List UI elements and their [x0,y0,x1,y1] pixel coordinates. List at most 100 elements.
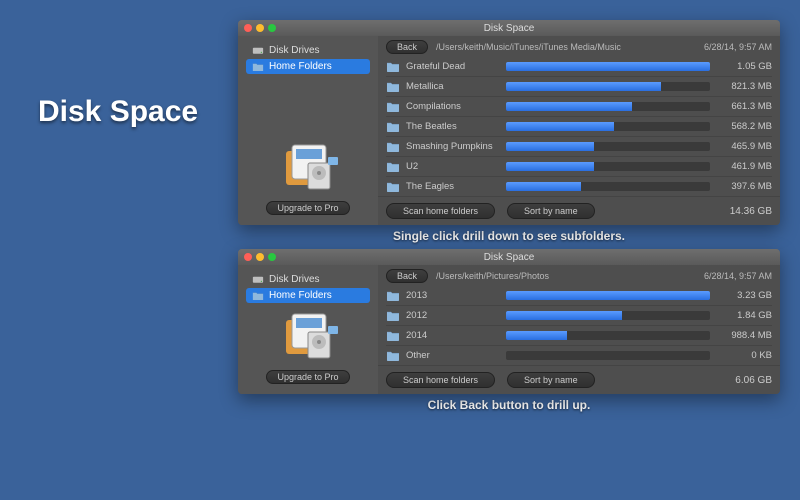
scan-button[interactable]: Scan home folders [386,203,495,219]
list-item[interactable]: Compilations 661.3 MB [386,96,772,116]
size-bar-track [506,351,710,360]
size-bar-fill [506,142,594,151]
folder-icon [386,81,400,92]
upgrade-button[interactable]: Upgrade to Pro [266,201,349,215]
sidebar-item-label: Disk Drives [269,274,320,285]
folder-icon [386,61,400,72]
sidebar-item-disk-drives[interactable]: Disk Drives [246,272,370,287]
breadcrumb: /Users/keith/Pictures/Photos [436,271,696,281]
sort-button[interactable]: Sort by name [507,372,595,388]
size-bar-track [506,331,710,340]
scan-timestamp: 6/28/14, 9:57 AM [704,271,772,281]
folder-icon [252,291,264,301]
page-title: Disk Space [38,95,198,129]
size-bar-fill [506,182,581,191]
folder-list: Grateful Dead 1.05 GB Metallica 821.3 MB Com… [378,56,780,196]
list-item[interactable]: Grateful Dead 1.05 GB [386,56,772,76]
folder-name: Grateful Dead [406,61,506,72]
folder-icon [386,181,400,192]
window-title: Disk Space [238,23,780,34]
folder-icon [386,330,400,341]
folder-size: 821.3 MB [718,81,772,92]
app-window: Disk Space Disk Drives Home Folders Upgra… [238,20,780,225]
size-bar-track [506,102,710,111]
scan-timestamp: 6/28/14, 9:57 AM [704,42,772,52]
list-item[interactable]: 20133.23 GB [386,285,772,305]
total-size: 14.36 GB [730,206,772,217]
sidebar: Disk Drives Home Folders Upgrade to Pro [238,36,378,225]
size-bar-fill [506,291,710,300]
list-item[interactable]: 2014 988.4 MB [386,325,772,345]
folder-size: 1.84 GB [718,310,772,321]
sidebar-item-disk-drives[interactable]: Disk Drives [246,43,370,58]
folder-name: 2012 [406,310,506,321]
app-icon [278,312,338,362]
size-bar-fill [506,162,594,171]
size-bar-fill [506,62,710,71]
folder-size: 568.2 MB [718,121,772,132]
list-item[interactable]: 2012 1.84 GB [386,305,772,325]
folder-size: 461.9 MB [718,161,772,172]
drive-icon [252,275,264,285]
app-window: Disk Space Disk Drives Home Folders Upgra… [238,249,780,394]
back-button[interactable]: Back [386,40,428,54]
folder-list: 20133.23 GB 2012 1.84 GB 2014 988.4 MB Other 0… [378,285,780,365]
folder-name: The Beatles [406,121,506,132]
size-bar-track [506,142,710,151]
list-item[interactable]: The Beatles 568.2 MB [386,116,772,136]
titlebar: Disk Space [238,249,780,265]
list-item[interactable]: Smashing Pumpkins465.9 MB [386,136,772,156]
size-bar-fill [506,122,614,131]
folder-size: 988.4 MB [718,330,772,341]
size-bar-track [506,291,710,300]
list-item[interactable]: Metallica 821.3 MB [386,76,772,96]
folder-icon [386,101,400,112]
folder-size: 1.05 GB [718,61,772,72]
sidebar-item-label: Disk Drives [269,45,320,56]
size-bar-track [506,62,710,71]
folder-icon [252,62,264,72]
size-bar-fill [506,331,567,340]
caption-text: Click Back button to drill up. [238,398,780,412]
folder-name: Metallica [406,81,506,92]
size-bar-fill [506,102,632,111]
sidebar-item-home-folders[interactable]: Home Folders [246,288,370,303]
size-bar-track [506,82,710,91]
app-icon [278,143,338,193]
folder-icon [386,121,400,132]
folder-name: 2014 [406,330,506,341]
size-bar-track [506,311,710,320]
total-size: 6.06 GB [735,375,772,386]
scan-button[interactable]: Scan home folders [386,372,495,388]
upgrade-button[interactable]: Upgrade to Pro [266,370,349,384]
list-item[interactable]: The Eagles 397.6 MB [386,176,772,196]
caption-text: Single click drill down to see subfolder… [238,229,780,243]
list-item[interactable]: Other 0 KB [386,345,772,365]
breadcrumb: /Users/keith/Music/iTunes/iTunes Media/M… [436,42,696,52]
sidebar-item-label: Home Folders [269,290,332,301]
folder-name: The Eagles [406,181,506,192]
folder-size: 397.6 MB [718,181,772,192]
folder-icon [386,350,400,361]
folder-icon [386,161,400,172]
size-bar-fill [506,82,661,91]
titlebar: Disk Space [238,20,780,36]
folder-size: 3.23 GB [718,290,772,301]
folder-name: Other [406,350,506,361]
sort-button[interactable]: Sort by name [507,203,595,219]
size-bar-fill [506,311,622,320]
list-item[interactable]: U2461.9 MB [386,156,772,176]
folder-size: 0 KB [718,350,772,361]
sidebar: Disk Drives Home Folders Upgrade to Pro [238,265,378,394]
size-bar-track [506,122,710,131]
folder-icon [386,310,400,321]
drive-icon [252,46,264,56]
size-bar-track [506,182,710,191]
back-button[interactable]: Back [386,269,428,283]
folder-name: Compilations [406,101,506,112]
folder-size: 661.3 MB [718,101,772,112]
window-title: Disk Space [238,252,780,263]
sidebar-item-label: Home Folders [269,61,332,72]
folder-name: Smashing Pumpkins [406,141,506,152]
sidebar-item-home-folders[interactable]: Home Folders [246,59,370,74]
